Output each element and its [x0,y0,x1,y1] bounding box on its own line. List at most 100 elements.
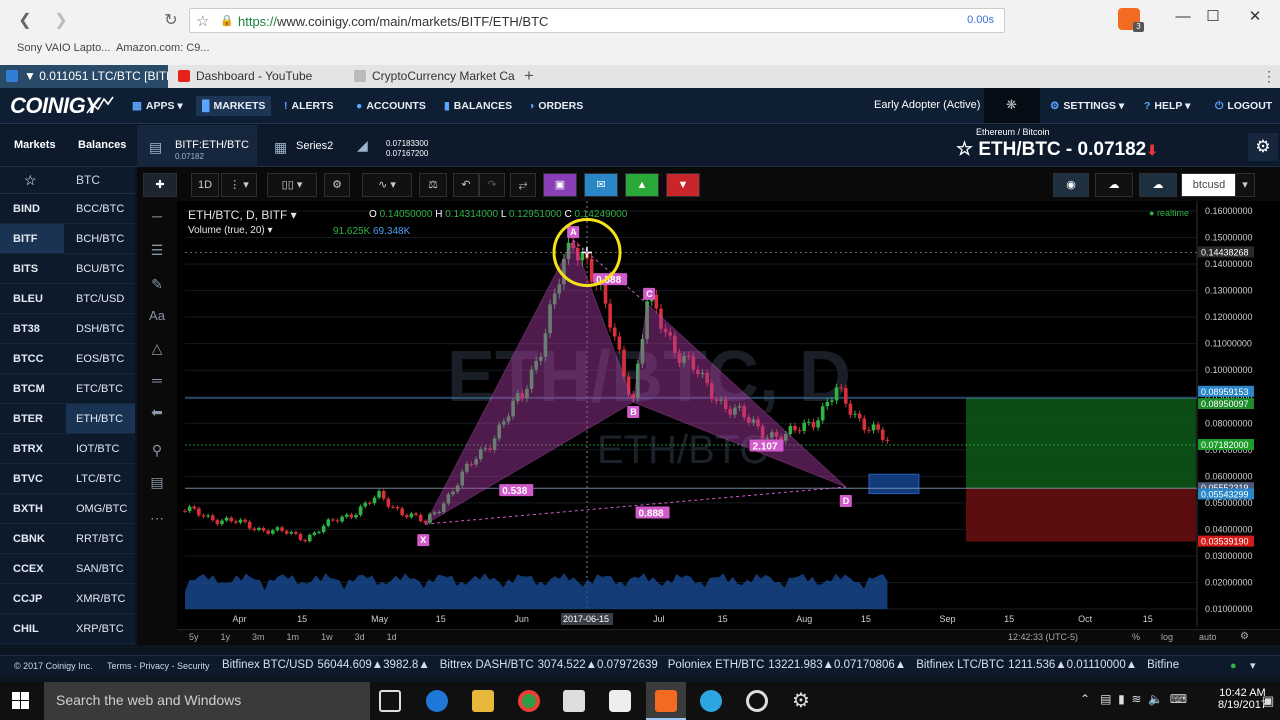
exchange-code[interactable]: BTRX [13,443,43,455]
menu-orders[interactable]: ◑ ORDERS [528,100,583,112]
take-profit-zone[interactable] [965,398,1196,489]
exchange-code[interactable]: CCJP [13,593,42,605]
tab-markets[interactable]: Markets [14,139,56,151]
log-toggle[interactable]: log [1161,632,1173,642]
exchange-code[interactable]: BLEU [13,293,43,305]
edge-icon[interactable] [426,690,448,712]
market-pair[interactable]: XRP/BTC [76,623,124,635]
market-pair[interactable]: IOT/BTC [76,443,119,455]
exchange-code[interactable]: BTCC [13,353,44,365]
favorite-star-icon[interactable]: ☆ [956,139,973,160]
fullscreen-icon[interactable]: ⥂ [510,173,536,197]
buy-button[interactable]: ▲ [625,173,659,197]
redo-icon[interactable]: ↷ [479,173,505,197]
exchange-code[interactable]: BITS [13,263,38,275]
tray-arrow-icon[interactable]: ⌃ [1080,692,1090,706]
more-tools-icon[interactable]: ⋯ [146,507,168,529]
minimize-icon[interactable]: — [1168,4,1198,30]
range-button[interactable]: 1m [287,632,300,642]
ticker-item[interactable]: Bittrex DASH/BTC 3074.522▲0.07972639 [440,659,658,671]
market-pair[interactable]: BCU/BTC [76,263,124,275]
market-pair[interactable]: DSH/BTC [76,323,124,335]
tab-youtube[interactable]: Dashboard - YouTube [172,65,344,88]
telegram-icon[interactable] [700,690,722,712]
bookmark-star-icon[interactable]: ☆ [196,12,209,30]
tray-network-icon[interactable]: ▤ [1100,692,1111,706]
menu-accounts[interactable]: ● ACCOUNTS [356,100,426,112]
menu-apps[interactable]: ▦ APPS ▾ [132,100,183,112]
auto-toggle[interactable]: auto [1199,632,1217,642]
exchange-code[interactable]: BTCM [13,383,45,395]
cloud-save-icon[interactable]: ☁ [1139,173,1177,197]
chrome-icon[interactable] [518,690,540,712]
market-pair[interactable]: ETH/BTC [76,413,123,425]
ruler-icon[interactable]: ▤ [146,471,168,493]
back-icon[interactable]: ❮ [14,10,36,32]
brave-taskbar-button[interactable] [646,682,686,720]
market-pair[interactable]: BCC/BTC [76,203,124,215]
ticker-item[interactable]: Poloniex ETH/BTC 13221.983▲0.07170806▲ [668,659,906,671]
volume-legend[interactable]: Volume (true, 20) ▾ [188,225,273,236]
menu-settings[interactable]: ⚙ SETTINGS ▾ [1050,100,1124,112]
market-pair[interactable]: XMR/BTC [76,593,126,605]
address-bar[interactable]: ☆ 🔒 https://www.coinigy.com/main/markets… [189,8,1005,33]
menu-help[interactable]: ? HELP ▾ [1144,100,1190,112]
chart-settings-icon[interactable]: ⚙ [1248,133,1278,161]
legend-symbol[interactable]: ETH/BTC, D, BITF ▾ [188,208,297,222]
pattern-tool-icon[interactable]: △ [146,337,168,359]
windows-start-icon[interactable] [12,692,30,710]
range-button[interactable]: 5y [189,632,199,642]
interval-button[interactable]: 1D [191,173,219,197]
exchange-code[interactable]: CHIL [13,623,39,635]
tab-coinigy[interactable]: ▼ 0.011051 LTC/BTC [BITF] - [0,65,168,88]
market-pair[interactable]: EOS/BTC [76,353,124,365]
market-pair[interactable]: RRT/BTC [76,533,123,545]
reload-icon[interactable]: ↻ [160,10,182,32]
tray-keyboard-icon[interactable]: ⌨ [1170,692,1187,706]
avatar[interactable]: ❋ [984,88,1040,123]
entry-zone[interactable] [868,473,920,495]
zoom-icon[interactable]: ⚲ [146,439,168,461]
range-button[interactable]: 3m [252,632,265,642]
exchange-code[interactable]: BITF [13,233,37,245]
cursor-tool-icon[interactable]: ─ [146,205,168,227]
tray-battery-icon[interactable]: ▮ [1118,692,1125,706]
menu-logout[interactable]: ⏻ LOGOUT [1215,100,1272,113]
tab-balances[interactable]: Balances [78,139,126,151]
line-tool-icon[interactable]: ☰ [146,239,168,261]
snapshot-camera-icon[interactable]: ◉ [1053,173,1089,197]
menu-markets[interactable]: █ MARKETS [196,96,272,116]
market-pair[interactable]: BCH/BTC [76,233,124,245]
ticker-toggle-icon[interactable]: ▾ [1250,659,1256,672]
symbol-dropdown-icon[interactable]: ▾ [1235,173,1255,197]
compare-icon[interactable]: ⚖ [419,173,447,197]
ticker-item[interactable]: Bitfine [1147,659,1183,671]
range-button[interactable]: 1d [387,632,397,642]
ticker-item[interactable]: Bitfinex LTC/BTC 1211.536▲0.01110000▲ [916,659,1137,671]
range-button[interactable]: 1y [221,632,231,642]
recorder-icon[interactable] [746,690,768,712]
measure-tool-icon[interactable]: ═ [146,369,168,391]
market-pair[interactable]: SAN/BTC [76,563,124,575]
indicators-button[interactable]: ∿ ▾ [362,173,412,197]
menu-balances[interactable]: ▮ BALANCES [444,100,512,112]
notifications-icon[interactable]: ▣ [1262,693,1274,709]
series-tab[interactable]: ▦ Series2 [270,125,350,167]
market-pair[interactable]: ETC/BTC [76,383,123,395]
forward-icon[interactable]: ❯ [50,10,72,32]
axis-settings-icon[interactable]: ⚙ [1240,631,1249,642]
undo-icon[interactable]: ↶ [453,173,479,197]
stop-loss-zone[interactable] [965,488,1196,542]
browser-menu-icon[interactable]: ⋮ [1262,68,1276,85]
chart-style-button[interactable]: ▯▯ ▾ [267,173,317,197]
clock[interactable]: 10:42 AM 8/19/2017 [1218,687,1267,711]
percent-toggle[interactable]: % [1132,632,1140,642]
ticker-item[interactable]: Bitfinex BTC/USD 56044.609▲3982.8▲ [222,659,430,671]
task-view-icon[interactable] [379,690,401,712]
windows-search-input[interactable]: Search the web and Windows [44,682,370,720]
exchange-code[interactable]: BXTH [13,503,43,515]
cube-button[interactable]: ▣ [543,173,577,197]
interval-menu-icon[interactable]: ⋮ ▾ [221,173,257,197]
exchange-code[interactable]: BTVC [13,473,43,485]
tray-wifi-icon[interactable]: ≋ [1131,692,1141,706]
